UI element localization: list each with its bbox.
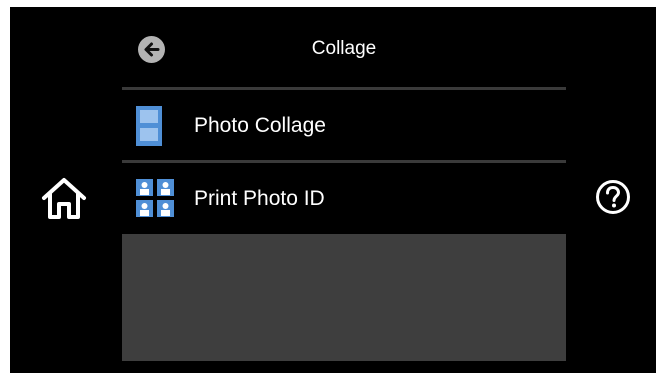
help-button[interactable]	[595, 179, 631, 215]
photo-collage-icon	[136, 106, 162, 146]
photo-id-icon	[136, 179, 174, 217]
menu-item-label: Photo Collage	[194, 114, 326, 137]
printer-screen: Collage Photo Collage Print Photo ID	[10, 7, 656, 373]
empty-list-area	[122, 234, 566, 361]
menu-item-photo-collage[interactable]: Photo Collage	[122, 92, 566, 160]
menu-item-label: Print Photo ID	[194, 187, 325, 210]
divider	[122, 87, 566, 90]
page-title: Collage	[311, 38, 377, 59]
home-icon	[42, 178, 86, 219]
header-bar: Collage	[122, 21, 566, 79]
home-button[interactable]	[37, 173, 91, 225]
divider	[122, 160, 566, 163]
help-icon	[596, 180, 630, 214]
menu-item-print-photo-id[interactable]: Print Photo ID	[122, 165, 566, 233]
